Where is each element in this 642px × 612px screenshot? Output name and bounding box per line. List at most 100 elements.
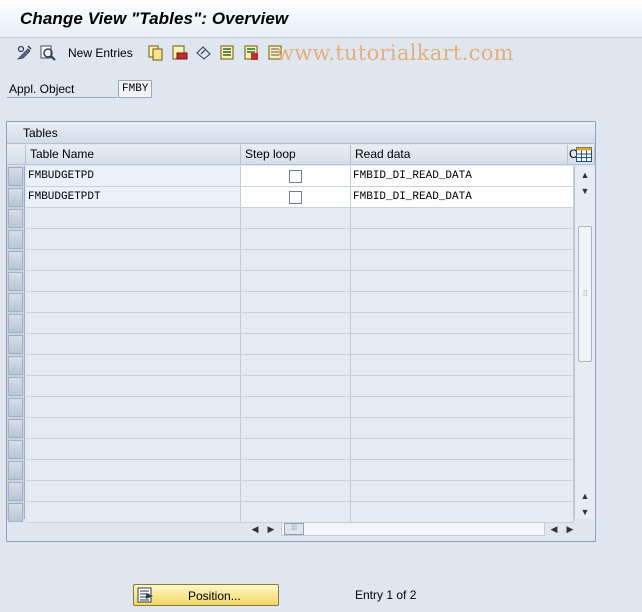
appl-object-field[interactable]: FMBY bbox=[118, 80, 152, 98]
read-data-cell bbox=[351, 355, 574, 376]
row-selector[interactable] bbox=[8, 272, 23, 291]
row-selector[interactable] bbox=[8, 293, 23, 312]
horizontal-scrollbar[interactable]: ◀ ▶ ⁞⁞⁞ ◀ ▶ bbox=[247, 520, 577, 538]
step-loop-cell bbox=[241, 187, 351, 208]
row-selector[interactable] bbox=[8, 440, 23, 459]
read-data-cell bbox=[351, 313, 574, 334]
table-name-cell bbox=[26, 208, 241, 229]
step-loop-checkbox[interactable] bbox=[289, 191, 302, 204]
table-name-cell bbox=[26, 376, 241, 397]
table-name-cell[interactable]: FMBUDGETPDT bbox=[26, 187, 241, 208]
table-name-cell bbox=[26, 418, 241, 439]
read-data-cell bbox=[351, 208, 574, 229]
step-loop-cell bbox=[241, 355, 351, 376]
row-selector[interactable] bbox=[8, 377, 23, 396]
undo-icon[interactable] bbox=[195, 44, 212, 61]
vertical-scroll-thumb[interactable]: ⁞⁞ bbox=[578, 226, 592, 362]
display-change-icon[interactable] bbox=[16, 44, 33, 61]
new-entries-button[interactable]: New Entries bbox=[68, 46, 133, 60]
row-selector[interactable] bbox=[8, 230, 23, 249]
scroll-up-bottom-icon[interactable]: ▲ bbox=[579, 490, 591, 502]
field-underline bbox=[7, 97, 117, 98]
row-selector[interactable] bbox=[8, 188, 23, 207]
column-header-read-data[interactable]: Read data bbox=[351, 145, 568, 165]
table-row bbox=[26, 418, 574, 439]
column-header-table-name[interactable]: Table Name bbox=[26, 145, 241, 165]
column-header-more[interactable]: C bbox=[568, 145, 595, 165]
row-selector[interactable] bbox=[8, 251, 23, 270]
row-selector[interactable] bbox=[8, 335, 23, 354]
step-loop-checkbox[interactable] bbox=[289, 170, 302, 183]
table-row bbox=[26, 397, 574, 418]
read-data-cell[interactable]: FMBID_DI_READ_DATA bbox=[351, 166, 574, 187]
copy-icon[interactable] bbox=[147, 44, 164, 61]
position-button-label: Position... bbox=[188, 589, 241, 603]
table-name-cell[interactable]: FMBUDGETPD bbox=[26, 166, 241, 187]
table-row bbox=[26, 460, 574, 481]
scroll-left-end-icon[interactable]: ◀ bbox=[548, 522, 560, 536]
row-selector[interactable] bbox=[8, 209, 23, 228]
position-button[interactable]: Position... bbox=[133, 584, 279, 606]
read-data-cell bbox=[351, 250, 574, 271]
row-selector[interactable] bbox=[8, 167, 23, 186]
page-title: Change View "Tables": Overview bbox=[20, 9, 289, 28]
step-loop-cell bbox=[241, 439, 351, 460]
table-name-cell bbox=[26, 313, 241, 334]
row-selector[interactable] bbox=[8, 356, 23, 375]
step-loop-cell bbox=[241, 397, 351, 418]
read-data-cell bbox=[351, 292, 574, 313]
step-loop-cell bbox=[241, 208, 351, 229]
panel-header: Tables bbox=[7, 122, 595, 144]
appl-object-label: Appl. Object bbox=[9, 82, 75, 96]
delete-icon[interactable] bbox=[171, 44, 188, 61]
horizontal-scroll-track[interactable]: ⁞⁞⁞ bbox=[281, 522, 545, 536]
read-data-cell[interactable]: FMBID_DI_READ_DATA bbox=[351, 187, 574, 208]
horizontal-scroll-thumb[interactable]: ⁞⁞⁞ bbox=[284, 523, 304, 535]
step-loop-cell bbox=[241, 334, 351, 355]
find-icon[interactable] bbox=[39, 44, 56, 61]
title-bar: Change View "Tables": Overview bbox=[0, 0, 642, 38]
row-selector[interactable] bbox=[8, 482, 23, 501]
table-row bbox=[26, 313, 574, 334]
row-selector[interactable] bbox=[8, 461, 23, 480]
table-name-cell bbox=[26, 250, 241, 271]
table-name-cell bbox=[26, 439, 241, 460]
table-row bbox=[26, 355, 574, 376]
read-data-cell bbox=[351, 334, 574, 355]
read-data-cell bbox=[351, 460, 574, 481]
table-row bbox=[26, 292, 574, 313]
row-selector[interactable] bbox=[8, 503, 23, 522]
table-name-cell bbox=[26, 271, 241, 292]
select-all-rows-button[interactable] bbox=[7, 145, 26, 165]
scroll-right-end-icon[interactable]: ▶ bbox=[564, 522, 576, 536]
table-name-cell bbox=[26, 355, 241, 376]
read-data-cell bbox=[351, 397, 574, 418]
step-loop-cell bbox=[241, 418, 351, 439]
row-selector-column bbox=[7, 166, 25, 522]
row-selector[interactable] bbox=[8, 314, 23, 333]
table-settings-icon[interactable] bbox=[576, 147, 592, 162]
position-icon bbox=[137, 587, 153, 603]
table-row bbox=[26, 481, 574, 502]
column-header-step-loop[interactable]: Step loop bbox=[241, 145, 351, 165]
row-selector[interactable] bbox=[8, 398, 23, 417]
select-block-icon[interactable] bbox=[243, 44, 260, 61]
read-data-cell bbox=[351, 376, 574, 397]
step-loop-cell bbox=[241, 460, 351, 481]
table-name-cell bbox=[26, 460, 241, 481]
scroll-left-icon[interactable]: ◀ bbox=[249, 522, 261, 536]
table-name-cell bbox=[26, 502, 241, 523]
scroll-right-icon[interactable]: ▶ bbox=[265, 522, 277, 536]
scroll-down-top-icon[interactable]: ▼ bbox=[579, 185, 591, 197]
vertical-scrollbar[interactable]: ▲ ▼ ⁞⁞ ▲ ▼ bbox=[574, 166, 595, 519]
step-loop-cell bbox=[241, 166, 351, 187]
table-name-cell bbox=[26, 334, 241, 355]
row-selector[interactable] bbox=[8, 419, 23, 438]
application-toolbar: New Entries www.tutorialkart.com bbox=[0, 39, 642, 67]
select-all-icon[interactable] bbox=[219, 44, 236, 61]
table-row bbox=[26, 376, 574, 397]
scroll-up-top-icon[interactable]: ▲ bbox=[579, 169, 591, 181]
scroll-down-bottom-icon[interactable]: ▼ bbox=[579, 506, 591, 518]
step-loop-cell bbox=[241, 481, 351, 502]
table-name-cell bbox=[26, 292, 241, 313]
